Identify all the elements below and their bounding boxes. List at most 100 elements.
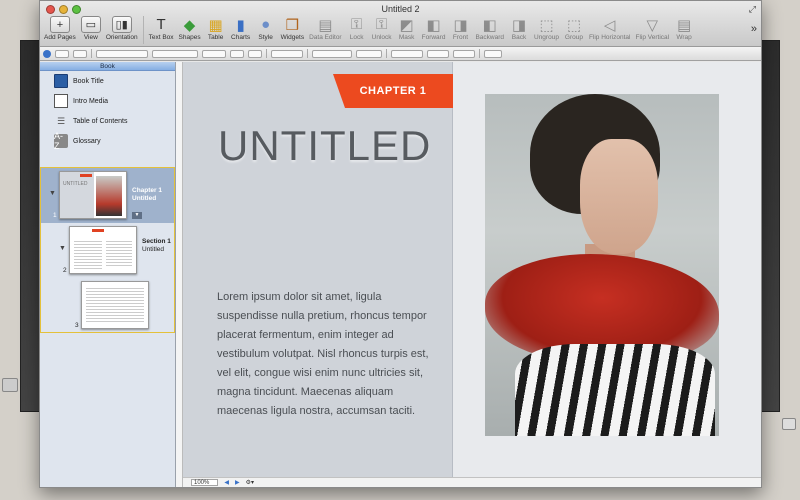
bold-italic-underline-buttons[interactable]	[271, 49, 303, 58]
background-window-button[interactable]	[2, 378, 18, 392]
thumbnail-caption-subtitle: Untitled	[132, 195, 157, 202]
sidebar-item-glossary[interactable]: A-Z Glossary	[40, 131, 175, 151]
page-previous-icon[interactable]: ◀	[224, 479, 229, 486]
chapter-tag[interactable]: CHAPTER 1	[333, 74, 453, 108]
forward-button[interactable]: ◧ Forward	[421, 16, 446, 42]
add-pages-button[interactable]: + Add Pages	[44, 16, 76, 41]
front-button[interactable]: ◨ Front	[450, 16, 470, 42]
disclosure-triangle-icon[interactable]: ▼	[49, 190, 56, 197]
toolbar-item-label: Orientation	[105, 34, 138, 41]
document-title[interactable]: UNTITLED	[218, 122, 431, 170]
sidebar-item-label: Book Title	[73, 77, 104, 85]
thumbnail-photo	[96, 176, 122, 216]
toolbar-item-label: Back	[511, 34, 527, 41]
group-button[interactable]: ⬚ Group	[564, 16, 584, 42]
sidebar-scrollbar[interactable]	[176, 62, 183, 487]
forward-icon: ◧	[426, 16, 441, 34]
page-right[interactable]	[453, 62, 761, 477]
thumbnail-caption-title: Chapter 1	[132, 187, 162, 194]
sidebar-item-label: Table of Contents	[73, 117, 128, 125]
toolbar-item-label: Group	[564, 34, 583, 41]
thumbnail-title: UNTITLED	[63, 181, 88, 187]
chevron-double-right-icon[interactable]: »	[751, 23, 757, 35]
page-number: 2	[63, 267, 67, 274]
wrap-select[interactable]	[484, 49, 502, 58]
alignment-buttons[interactable]	[312, 49, 352, 58]
toolbar-item-label: Backward	[475, 34, 504, 41]
thumbnail-chapter-1[interactable]: ▼ 1 UNTITLED Chapter 1 Untitled ▼	[41, 168, 174, 223]
back-circle-icon[interactable]	[43, 49, 51, 58]
charts-button[interactable]: ▮ Charts	[231, 16, 251, 42]
style-icon: ●	[261, 16, 271, 33]
toolbar-item-label: Widgets	[280, 34, 305, 41]
toolbar-item-label: Charts	[231, 34, 251, 41]
background-window-button-right[interactable]	[782, 418, 796, 430]
page-number: 3	[75, 322, 79, 329]
font-size-field[interactable]	[230, 49, 244, 58]
data-editor-icon: ▤	[318, 16, 333, 34]
toolbar-item-label: Forward	[421, 34, 446, 41]
disclosure-triangle-icon[interactable]: ▼	[59, 245, 66, 252]
toolbar-item-label: Data Editor	[309, 34, 342, 41]
vertical-align-buttons[interactable]	[356, 49, 382, 58]
line-spacing-select[interactable]	[391, 49, 423, 58]
table-button[interactable]: ▦ Table	[206, 16, 226, 42]
backward-button[interactable]: ◧ Backward	[475, 16, 504, 42]
sidebar-item-book-title[interactable]: Book Title	[40, 71, 175, 91]
toolbar-item-label: View	[83, 34, 98, 41]
zoom-select[interactable]: 100%	[191, 479, 219, 486]
thumbnail-page-3[interactable]: 3	[41, 278, 174, 333]
page-thumbnail[interactable]	[81, 281, 149, 329]
columns-select[interactable]	[427, 49, 449, 58]
toolbar-item-label: Shapes	[178, 34, 201, 41]
sidebar-item-intro-media[interactable]: Intro Media	[40, 91, 175, 111]
orientation-button[interactable]: ▯▮ Orientation	[106, 16, 138, 41]
view-icon: ▭	[80, 16, 101, 33]
mask-button[interactable]: ◩ Mask	[397, 16, 417, 42]
text-box-button[interactable]: T Text Box	[149, 16, 174, 41]
shapes-button[interactable]: ◆ Shapes	[178, 16, 201, 42]
flip-horizontal-button[interactable]: ◁ Flip Horizontal	[588, 16, 631, 42]
sidebar-item-table-of-contents[interactable]: ☰ Table of Contents	[40, 111, 175, 131]
text-color-well[interactable]	[248, 49, 262, 58]
chevron-down-icon[interactable]: ▼	[132, 212, 142, 219]
photo-placeholder[interactable]	[485, 94, 719, 436]
flip-vertical-button[interactable]: ▽ Flip Vertical	[635, 16, 669, 42]
fullscreen-icon[interactable]: ⤢	[749, 4, 756, 15]
body-text[interactable]: Lorem ipsum dolor sit amet, ligula suspe…	[217, 288, 432, 421]
wrap-icon: ▤	[677, 16, 692, 34]
toolbar-item-label: Flip Horizontal	[588, 34, 631, 41]
thumbnail-section-1[interactable]: ▼ 2 Section 1 Untitled	[41, 223, 174, 278]
page-thumbnail[interactable]	[69, 226, 137, 274]
view-button[interactable]: ▭ View	[80, 16, 101, 41]
ungroup-button[interactable]: ⬚ Ungroup	[534, 16, 559, 42]
gear-icon[interactable]: ⚙▾	[246, 479, 254, 486]
list-stepper[interactable]	[73, 49, 87, 58]
sidebar-item-label: Intro Media	[73, 97, 109, 105]
unlock-button[interactable]: ⚿ Unlock	[372, 16, 392, 41]
page-thumbnail[interactable]: UNTITLED	[59, 171, 127, 219]
lock-icon: ⚿	[350, 16, 363, 33]
page-left[interactable]: CHAPTER 1 UNTITLED Lorem ipsum dolor sit…	[183, 62, 453, 477]
thumbnail-caption-title: Section 1	[142, 238, 171, 245]
format-bar	[40, 47, 761, 61]
title-bar: Untitled 2 ⤢ + Add Pages ▭ View ▯▮ Orientatio…	[40, 1, 761, 47]
thumbnail-caption: Section 1 Untitled	[142, 238, 171, 254]
data-editor-button[interactable]: ▤ Data Editor	[309, 16, 342, 42]
widgets-icon: ❒	[285, 16, 300, 34]
toolbar-item-label: Unlock	[371, 34, 392, 41]
back-button[interactable]: ◨ Back	[509, 16, 529, 42]
page-next-icon[interactable]: ▶	[235, 479, 240, 486]
list-style-select[interactable]	[453, 49, 475, 58]
paragraph-style-select[interactable]	[96, 49, 148, 58]
widgets-button[interactable]: ❒ Widgets	[280, 16, 305, 42]
style-stepper[interactable]	[55, 49, 69, 58]
style-button[interactable]: ● Style	[256, 16, 276, 41]
document-canvas[interactable]: CHAPTER 1 UNTITLED Lorem ipsum dolor sit…	[183, 62, 761, 477]
lock-button[interactable]: ⚿ Lock	[347, 16, 367, 41]
shapes-icon: ◆	[183, 16, 196, 34]
font-family-select[interactable]	[152, 49, 198, 58]
font-typeface-select[interactable]	[202, 49, 226, 58]
toolbar-item-label: Front	[452, 34, 469, 41]
wrap-button[interactable]: ▤ Wrap	[674, 16, 694, 42]
